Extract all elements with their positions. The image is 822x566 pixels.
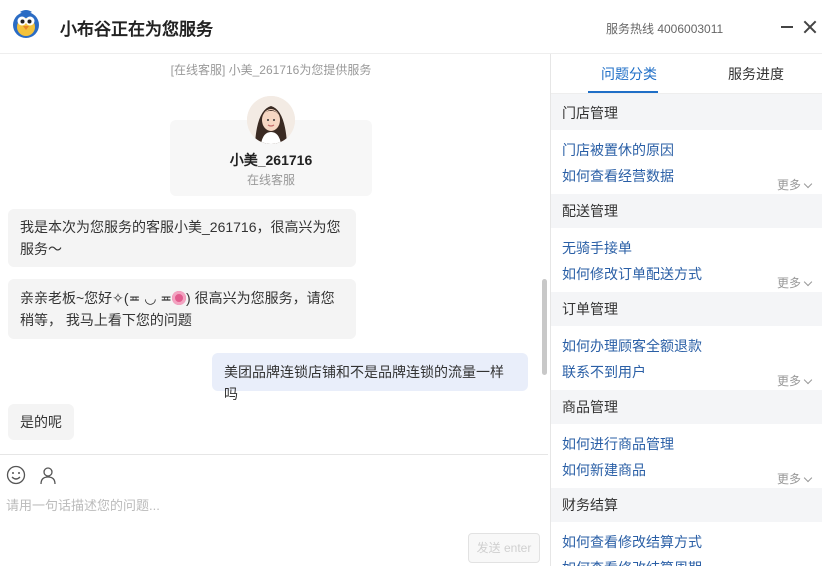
chevron-down-icon (803, 375, 813, 385)
emoji-icon[interactable] (6, 465, 26, 485)
agent-role: 在线客服 (246, 173, 295, 187)
window-header: 小布谷正在为您服务 服务热线 4006003011 (0, 0, 822, 54)
faq-link[interactable]: 如何查看经营数据 (562, 166, 674, 186)
system-message: [在线客服] 小美_261716为您提供服务 (170, 63, 372, 77)
service-hotline: 服务热线 4006003011 (606, 22, 724, 36)
section-links: 如何进行商品管理 如何新建商品 更多 (551, 424, 822, 488)
faq-link[interactable]: 如何查看修改结算周期 (562, 558, 702, 566)
message-text: ) 很高兴为您服务，请您 (186, 290, 335, 306)
window-title: 小布谷正在为您服务 (60, 20, 213, 39)
message-text: 亲亲老板~您好✧(≖ ◡ ≖ (20, 290, 173, 306)
user-message: 美团品牌连锁店铺和不是品牌连锁的流量一样吗 (212, 353, 528, 402)
section-title: 配送管理 (551, 194, 822, 228)
transfer-agent-icon[interactable] (38, 465, 58, 485)
more-link[interactable]: 更多 (777, 176, 813, 193)
message-line: 我是本次为您服务的客服小美_261716，很高兴为您 (20, 219, 341, 235)
help-sidebar: 问题分类 服务进度 门店管理 门店被置休的原因 如何查看经营数据 更多 配送管理… (550, 54, 822, 566)
more-link[interactable]: 更多 (777, 372, 813, 389)
customer-service-window: 小布谷正在为您服务 服务热线 4006003011 [在线客服] 小美_2617… (0, 0, 822, 566)
message-line: 服务～ (20, 241, 62, 257)
more-link[interactable]: 更多 (777, 470, 813, 487)
chevron-down-icon (803, 473, 813, 483)
send-button[interactable]: 发送 enter (468, 533, 540, 563)
section-links: 如何办理顾客全额退款 联系不到用户 更多 (551, 326, 822, 390)
section-title: 门店管理 (551, 96, 822, 130)
sidebar-tabs: 问题分类 服务进度 (551, 54, 822, 94)
agent-name: 小美_261716 (229, 152, 313, 168)
agent-photo-icon (247, 96, 295, 144)
faq-link[interactable]: 无骑手接单 (562, 238, 632, 258)
more-label: 更多 (777, 472, 802, 486)
faq-link[interactable]: 门店被置休的原因 (562, 140, 674, 160)
section-title: 商品管理 (551, 390, 822, 424)
chevron-down-icon (803, 179, 813, 189)
more-label: 更多 (777, 374, 802, 388)
section-links: 无骑手接单 如何修改订单配送方式 更多 (551, 228, 822, 292)
faq-link[interactable]: 如何办理顾客全额退款 (562, 336, 702, 356)
faq-link[interactable]: 如何修改订单配送方式 (562, 264, 702, 284)
faq-link[interactable]: 联系不到用户 (562, 362, 646, 382)
section-links: 如何查看修改结算方式 如何查看修改结算周期 (551, 522, 822, 566)
message-line: 稍等， 我马上看下您的问题 (20, 312, 192, 328)
minimize-button[interactable] (780, 17, 794, 37)
faq-link[interactable]: 如何新建商品 (562, 460, 646, 480)
chat-panel[interactable]: [在线客服] 小美_261716为您提供服务 小美_261716 在线客服 我是… (0, 54, 548, 454)
chat-scrollbar[interactable] (542, 279, 547, 375)
agent-message: 我是本次为您服务的客服小美_261716，很高兴为您 服务～ (8, 209, 356, 267)
section-title: 财务结算 (551, 488, 822, 522)
agent-message: 是的呢 (8, 404, 74, 440)
more-label: 更多 (777, 178, 802, 192)
active-tab-indicator (588, 91, 658, 93)
section-title: 订单管理 (551, 292, 822, 326)
bird-logo-icon (13, 10, 39, 38)
faq-link[interactable]: 如何进行商品管理 (562, 434, 674, 454)
flower-emoji-icon (172, 291, 187, 305)
agent-avatar (247, 96, 295, 144)
agent-message: 亲亲老板~您好✧(≖ ◡ ≖ ) 很高兴为您服务，请您 稍等， 我马上看下您的问题 (8, 279, 356, 339)
message-input[interactable] (6, 493, 536, 517)
tab-service-progress[interactable]: 服务进度 (728, 64, 784, 84)
tab-question-categories[interactable]: 问题分类 (601, 64, 657, 84)
section-links: 门店被置休的原因 如何查看经营数据 更多 (551, 130, 822, 194)
chevron-down-icon (803, 277, 813, 287)
faq-link[interactable]: 如何查看修改结算方式 (562, 532, 702, 552)
input-area: 发送 enter (0, 454, 548, 566)
message-line: 亲亲老板~您好✧(≖ ◡ ≖ ) 很高兴为您服务，请您 (20, 287, 344, 309)
close-button[interactable] (802, 17, 818, 37)
more-label: 更多 (777, 276, 802, 290)
more-link[interactable]: 更多 (777, 274, 813, 291)
